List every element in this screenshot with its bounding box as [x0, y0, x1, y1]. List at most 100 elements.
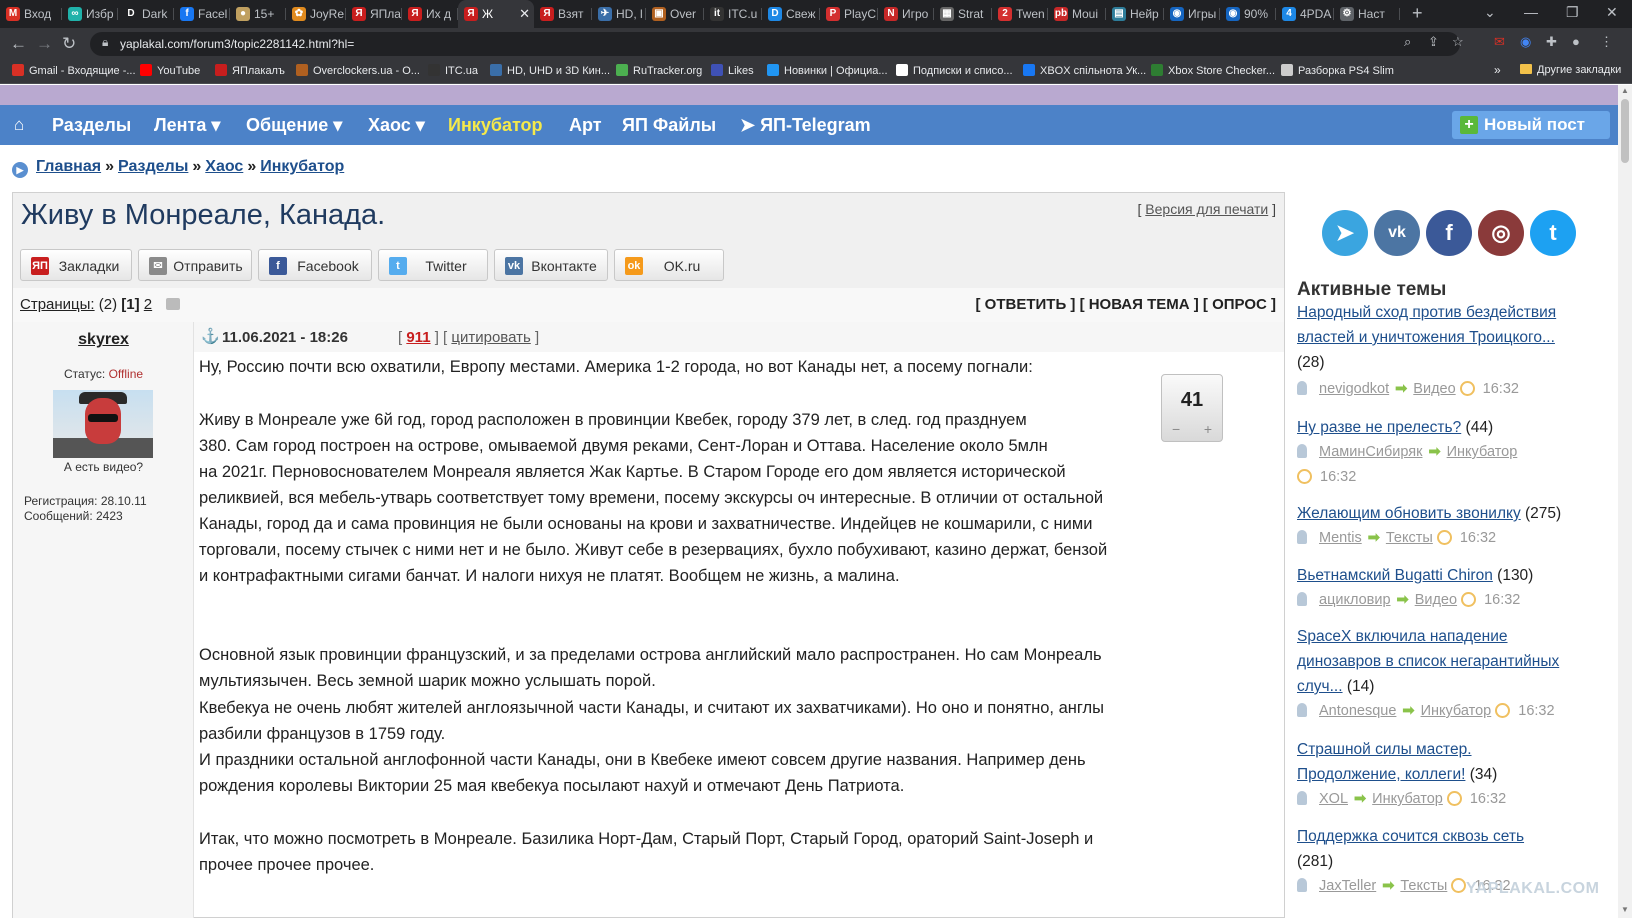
nav-feed[interactable]: Лента ▾ [154, 115, 220, 136]
browser-tab[interactable]: f Facel [174, 0, 230, 28]
zoom-icon[interactable]: ⌕ [1404, 34, 1411, 50]
profile-avatar[interactable]: ● [1572, 34, 1580, 49]
bookmark-item[interactable]: Likes [711, 64, 754, 77]
topic-section-link[interactable]: Инкубатор [1372, 791, 1443, 807]
mail-icon[interactable] [166, 298, 181, 310]
topic-author-link[interactable]: Antonesque [1319, 703, 1396, 719]
topic-section-link[interactable]: Тексты [1400, 878, 1447, 894]
browser-tab[interactable]: N Игро [878, 0, 934, 28]
breadcrumb-chaos-link[interactable]: Хаос [205, 158, 243, 175]
address-bar[interactable]: 🔒︎ yaplakal.com/forum3/topic2281142.html… [90, 32, 1460, 56]
topic-author-link[interactable]: XOL [1319, 791, 1348, 807]
active-topic-link[interactable]: Вьетнамский Bugatti Chiron [1297, 567, 1493, 584]
breadcrumb-sections-link[interactable]: Разделы [118, 158, 188, 175]
bookmark-item[interactable]: ITC.ua [428, 64, 478, 77]
active-topic-link[interactable]: Желающим обновить звонилку [1297, 505, 1521, 522]
twitter-icon[interactable]: t [1530, 210, 1576, 256]
rating-plus-button[interactable]: + [1204, 421, 1212, 437]
bookmark-item[interactable]: ЯПлакалъ [215, 64, 285, 77]
topic-actions[interactable]: [ ОТВЕТИТЬ ] [ НОВАЯ ТЕМА ] [ ОПРОС ] [976, 296, 1276, 313]
extension-icon[interactable]: ◉ [1520, 34, 1531, 50]
anchor-icon[interactable]: ⚓ [201, 327, 220, 345]
active-topic-link[interactable]: властей и уничтожения Троицкого... [1297, 329, 1555, 346]
bookmarks-share-button[interactable]: ЯП Закладки [20, 249, 132, 281]
extensions-puzzle-icon[interactable]: ✚ [1546, 34, 1557, 50]
telegram-icon[interactable]: ➤ [1322, 210, 1368, 256]
home-icon[interactable]: ⌂ [14, 115, 24, 135]
active-topic-link[interactable]: Продолжение, коллеги! [1297, 766, 1465, 783]
bookmark-item[interactable]: Overclockers.ua - O... [296, 64, 420, 77]
browser-tab[interactable]: Я Их д [402, 0, 458, 28]
restore-button[interactable]: ❐ [1566, 4, 1579, 21]
tab-search-icon[interactable]: ⌄ [1484, 4, 1496, 21]
pages-label[interactable]: Страницы: [20, 296, 95, 313]
bookmark-item[interactable]: XBOX спільнота Ук... [1023, 64, 1146, 77]
breadcrumb-home-link[interactable]: Главная [36, 158, 101, 175]
comments-count-link[interactable]: 911 [406, 329, 430, 346]
active-topic-link[interactable]: Народный сход против бездействия [1297, 304, 1556, 321]
new-tab-button[interactable]: + [1412, 3, 1423, 24]
send-share-button[interactable]: ✉ Отправить [138, 249, 252, 281]
browser-tab[interactable]: 2 Twen [992, 0, 1048, 28]
instagram-icon[interactable]: ◎ [1478, 210, 1524, 256]
browser-tab[interactable]: D Свеж [762, 0, 820, 28]
nav-telegram[interactable]: ➤ ЯП-Telegram [740, 115, 871, 136]
nav-incubator[interactable]: Инкубатор [448, 115, 543, 136]
back-icon[interactable]: ← [10, 34, 27, 54]
topic-author-link[interactable]: nevigodkot [1319, 381, 1389, 397]
topic-author-link[interactable]: МаминСибиряк [1319, 444, 1422, 460]
browser-tab[interactable]: Я ЯПла [346, 0, 402, 28]
print-version-link[interactable]: Версия для печати [1145, 201, 1268, 217]
new-post-button[interactable]: + Новый пост [1452, 111, 1610, 139]
active-topic-link[interactable]: Ну разве не прелесть? [1297, 419, 1461, 436]
avatar[interactable] [53, 390, 153, 458]
bookmark-item[interactable]: YouTube [140, 64, 200, 77]
browser-tab[interactable]: ✈ HD, l [592, 0, 646, 28]
close-window-button[interactable]: ✕ [1606, 4, 1618, 21]
bookmark-item[interactable]: Xbox Store Checker... [1151, 64, 1275, 77]
browser-menu-icon[interactable]: ⋮ [1600, 34, 1613, 50]
browser-tab[interactable]: D Dark [118, 0, 174, 28]
twitter-share-button[interactable]: t Twitter [378, 249, 488, 281]
browser-tab[interactable]: ▤ Нейр [1106, 0, 1164, 28]
other-bookmarks-folder[interactable]: Другие закладки [1520, 64, 1621, 76]
browser-tab[interactable]: Я Ж ✕ [458, 0, 534, 28]
vk-icon[interactable]: vk [1374, 210, 1420, 256]
forward-icon[interactable]: → [36, 34, 53, 54]
bookmark-item[interactable]: HD, UHD и 3D Кин... [490, 64, 610, 77]
browser-tab[interactable]: ● 15+ [230, 0, 286, 28]
topic-author-link[interactable]: ацикловир [1319, 592, 1391, 608]
active-topic-link[interactable]: SpaceX включила нападение [1297, 628, 1508, 645]
facebook-share-button[interactable]: f Facebook [258, 249, 372, 281]
bookmark-item[interactable]: Gmail - Входящие -... [12, 64, 136, 77]
topic-section-link[interactable]: Тексты [1386, 530, 1433, 546]
browser-tab[interactable]: ∞ Избр [62, 0, 118, 28]
vk-share-button[interactable]: vk Вконтакте [494, 249, 608, 281]
bookmark-item[interactable]: RuTracker.org [616, 64, 702, 77]
share-icon[interactable]: ⇪ [1428, 34, 1439, 50]
nav-files[interactable]: ЯП Файлы [622, 115, 716, 136]
nav-communication[interactable]: Общение ▾ [246, 115, 342, 136]
browser-tab[interactable]: P PlayC [820, 0, 878, 28]
bookmarks-more-button[interactable]: » [1494, 63, 1501, 77]
rating-minus-button[interactable]: − [1172, 421, 1180, 437]
browser-tab[interactable]: ▣ Over [646, 0, 704, 28]
nav-sections[interactable]: Разделы [52, 115, 131, 136]
scroll-down-icon[interactable]: ▼ [1621, 905, 1629, 914]
bookmark-star-icon[interactable]: ☆ [1452, 34, 1464, 50]
page-2-link[interactable]: 2 [144, 296, 152, 313]
topic-section-link[interactable]: Видео [1413, 381, 1455, 397]
active-topic-link[interactable]: Поддержка сочится сквозь сеть [1297, 828, 1524, 845]
browser-tab[interactable]: ✿ JoyRe [286, 0, 346, 28]
nav-chaos[interactable]: Хаос ▾ [368, 115, 425, 136]
browser-tab[interactable]: 4 4PDA [1276, 0, 1334, 28]
topic-author-link[interactable]: JaxTeller [1319, 878, 1376, 894]
browser-tab[interactable]: it ITC.u [704, 0, 762, 28]
browser-tab[interactable]: ◉ 90% [1220, 0, 1276, 28]
browser-tab[interactable]: Я Взят [534, 0, 592, 28]
scroll-up-icon[interactable]: ▲ [1621, 86, 1629, 95]
breadcrumb-incubator-link[interactable]: Инкубатор [260, 158, 344, 175]
author-name[interactable]: skyrex [13, 331, 194, 349]
ok-share-button[interactable]: ok OK.ru [614, 249, 724, 281]
facebook-icon[interactable]: f [1426, 210, 1472, 256]
